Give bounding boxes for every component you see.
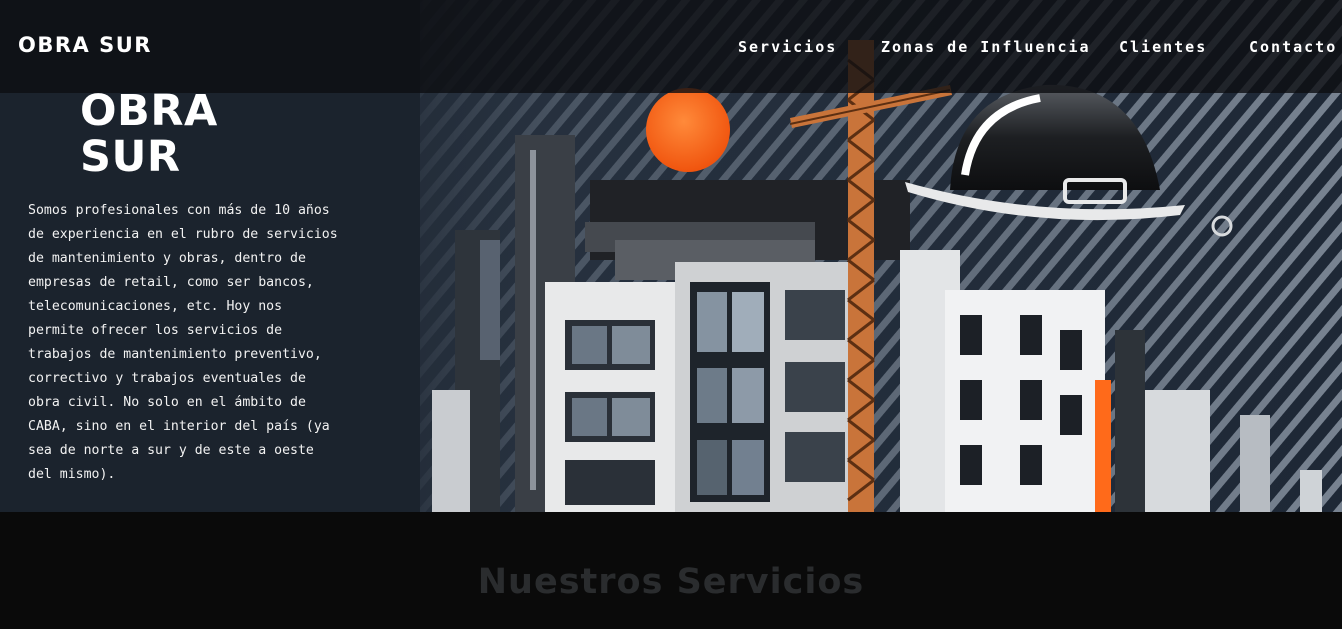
top-navbar: OBRA SUR Servicios Zonas de Influencia C…: [0, 0, 1342, 93]
hero-title-line-2: SUR: [80, 132, 181, 182]
brand-logo[interactable]: OBRA SUR: [18, 33, 152, 57]
nav-link-servicios[interactable]: Servicios: [738, 38, 837, 56]
hero-title-line-1: OBRA: [80, 86, 218, 136]
hero-title: OBRA SUR: [80, 88, 320, 180]
hero-description: Somos profesionales con más de 10 años d…: [28, 203, 338, 482]
nav-link-zonas-de-influencia[interactable]: Zonas de Influencia: [881, 38, 1091, 56]
services-section-title: Nuestros Servicios: [477, 562, 865, 602]
nav-link-clientes[interactable]: Clientes: [1119, 38, 1207, 56]
nav-link-contacto[interactable]: Contacto: [1249, 38, 1337, 56]
